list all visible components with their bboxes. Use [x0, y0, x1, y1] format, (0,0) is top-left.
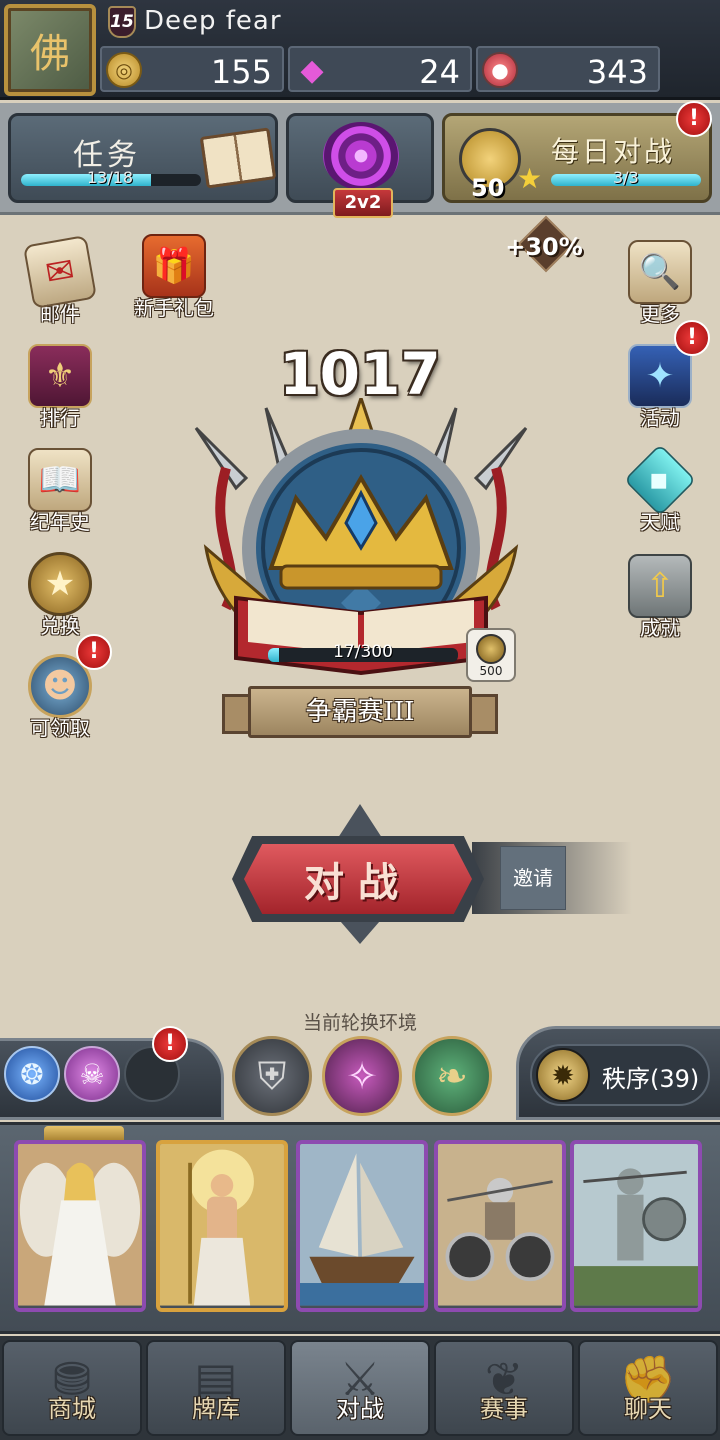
rank-progress-text: 17/300 [333, 642, 393, 662]
nav-shop-label: 商城 [48, 1395, 96, 1423]
potion-value: 343 [586, 53, 648, 91]
chronicle-label: 纪年史 [30, 510, 90, 534]
claimable-alert-badge: ! [76, 634, 112, 670]
more-button[interactable]: 🔍 更多 [610, 240, 710, 327]
quest-progress-text: 13/18 [87, 168, 134, 187]
swirl-portal-icon [323, 122, 399, 190]
daily-alert-badge: ! [676, 101, 712, 137]
open-book-icon: 📖 [28, 448, 92, 512]
rank-reward-chip[interactable]: 500 [466, 628, 516, 682]
claimable-label: 可领取 [30, 716, 90, 740]
quest-button[interactable]: 任务 13/18 [8, 113, 278, 203]
mail-icon: ✉ [22, 234, 98, 310]
sun-compass-icon: ✹ [536, 1048, 590, 1102]
gift-icon: 🎁 [142, 234, 206, 298]
bonus-text: +30% [505, 233, 583, 261]
avatar-glyph: 佛 [30, 31, 70, 77]
talent-button[interactable]: ◆ 天赋 [610, 443, 710, 535]
daily-progress-text: 3/3 [613, 168, 639, 187]
rank-title-banner: 争霸赛III [248, 686, 472, 738]
gold-coin-icon: ◎ [106, 52, 142, 88]
nav-tournament-label: 赛事 [480, 1395, 528, 1423]
game-mode-button[interactable]: 2v2 [286, 113, 434, 218]
exchange-medal-icon: ★ [28, 552, 92, 616]
exchange-button[interactable]: ★ 兑换 [10, 552, 110, 639]
card-war-ship[interactable] [296, 1140, 428, 1312]
card-chariot-warrior[interactable] [434, 1140, 566, 1312]
reward-medal-icon [476, 634, 506, 664]
card-winged-goddess[interactable] [14, 1140, 146, 1312]
daily-battle-label: 每日对战 [551, 135, 676, 168]
player-name: Deep fear [144, 6, 282, 36]
star-icon: ★ [517, 162, 543, 195]
player-avatar[interactable]: 佛 [4, 4, 96, 96]
blue-rune-orb-icon[interactable]: ❂ [4, 1046, 60, 1102]
top-bar: 佛 15 Deep fear ◎ 155 ◆ 24 ● 343 [0, 0, 720, 100]
invite-button[interactable]: 邀请 [500, 846, 566, 910]
battle-button[interactable]: 对战 [244, 844, 472, 914]
card-spartan-statue[interactable] [570, 1140, 702, 1312]
nav-tournament[interactable]: ❦ 赛事 [434, 1340, 574, 1436]
laurel-arrow-icon: ⇧ [628, 554, 692, 618]
starter-pack-label: 新手礼包 [134, 296, 214, 320]
bonus-tag: +30% [505, 215, 583, 273]
magnifier-scroll-icon: 🔍 [628, 240, 692, 304]
mail-button[interactable]: ✉ 邮件 [10, 234, 110, 327]
gem-counter[interactable]: ◆ 24 [288, 46, 472, 92]
book-icon [199, 127, 277, 189]
card-sun-god[interactable] [156, 1140, 288, 1312]
daily-coin-value: 50 [471, 174, 505, 202]
player-level-badge: 15 [108, 6, 136, 38]
nav-card-deck-label: 牌库 [192, 1395, 240, 1423]
achievements-label: 成就 [640, 616, 680, 640]
war-ship-art [300, 1144, 424, 1306]
order-label: 秩序(39) [602, 1065, 700, 1093]
purple-gem-icon: ◆ [300, 52, 324, 88]
nav-chat[interactable]: ✊ 聊天 [578, 1340, 718, 1436]
chariot-warrior-art [438, 1144, 562, 1306]
mode-tag: 2v2 [333, 188, 393, 218]
quest-panel-bar: 任务 13/18 2v2 50 ★ 每日对战 3/3 ! [0, 101, 720, 218]
order-faction-button[interactable]: ✹ 秩序(39) [530, 1044, 710, 1106]
daily-battle-button[interactable]: 50 ★ 每日对战 3/3 [442, 113, 712, 203]
purple-skull-orb-icon[interactable]: ☠ [64, 1046, 120, 1102]
nav-chat-label: 聊天 [624, 1395, 672, 1423]
starter-pack-button[interactable]: 🎁 新手礼包 [124, 234, 224, 321]
potion-counter[interactable]: ● 343 [476, 46, 660, 92]
arcane-shrine-environment-icon[interactable]: ✧ [322, 1036, 402, 1116]
sun-god-art [160, 1144, 284, 1306]
chronicle-button[interactable]: 📖 纪年史 [10, 448, 110, 535]
nav-card-deck[interactable]: ▤ 牌库 [146, 1340, 286, 1436]
winged-goddess-art [18, 1144, 142, 1306]
achievements-button[interactable]: ⇧ 成就 [610, 554, 710, 641]
potion-icon: ● [482, 52, 518, 88]
nav-battle[interactable]: ⚔ 对战 [290, 1340, 430, 1436]
gold-value: 155 [210, 53, 272, 91]
rank-reward-value: 500 [479, 664, 503, 678]
nav-shop[interactable]: ⛃ 商城 [2, 1340, 142, 1436]
gem-value: 24 [419, 53, 460, 91]
helmet-environment-icon[interactable]: ⛨ [232, 1036, 312, 1116]
spartan-statue-art [574, 1144, 698, 1306]
dragon-environment-icon[interactable]: ❧ [412, 1036, 492, 1116]
orb-alert-badge: ! [152, 1026, 188, 1062]
gold-counter[interactable]: ◎ 155 [100, 46, 284, 92]
nav-battle-label: 对战 [336, 1395, 384, 1423]
